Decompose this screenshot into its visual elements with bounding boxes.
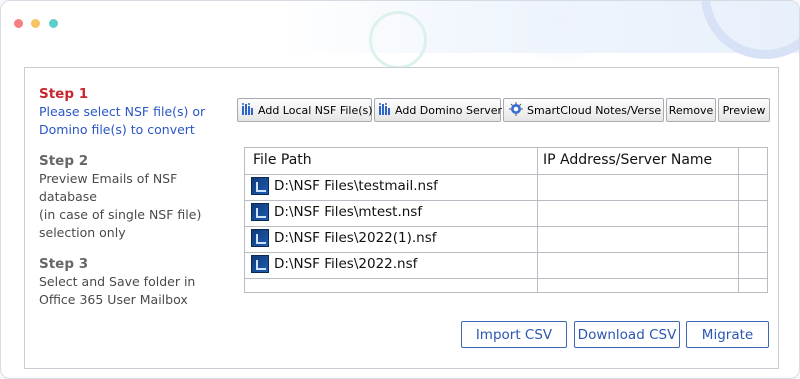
preview-button[interactable]: Preview bbox=[718, 98, 770, 122]
table-row[interactable]: D:\NSF Files\testmail.nsf bbox=[245, 174, 767, 201]
step-1-title: Step 1 bbox=[39, 86, 89, 102]
download-csv-button[interactable]: Download CSV bbox=[574, 321, 680, 348]
step-3: Step 3 Select and Save folder in Office … bbox=[39, 255, 239, 309]
maximize-window-button[interactable] bbox=[49, 19, 58, 28]
add-local-nsf-button[interactable]: Add Local NSF File(s) bbox=[237, 98, 373, 122]
nsf-file-icon bbox=[251, 177, 269, 195]
smartcloud-notes-label: SmartCloud Notes/Verse bbox=[527, 103, 662, 117]
add-domino-server-button[interactable]: Add Domino Server bbox=[374, 98, 503, 122]
domino-icon bbox=[379, 102, 392, 118]
step-3-desc-line: Office 365 User Mailbox bbox=[39, 292, 188, 307]
remove-button[interactable]: Remove bbox=[666, 98, 716, 122]
step-2-desc-line: (in case of single NSF file) bbox=[39, 207, 202, 222]
file-path-text: D:\NSF Files\2022.nsf bbox=[274, 256, 418, 272]
table-row[interactable]: D:\NSF Files\2022.nsf bbox=[245, 252, 767, 279]
preview-label: Preview bbox=[722, 103, 766, 117]
file-path-text: D:\NSF Files\mtest.nsf bbox=[274, 204, 423, 220]
table-row[interactable]: D:\NSF Files\2022(1).nsf bbox=[245, 226, 767, 253]
remove-label: Remove bbox=[668, 103, 714, 117]
step-1: Step 1 Please select NSF file(s) or Domi… bbox=[39, 85, 239, 139]
step-3-desc-line: Select and Save folder in bbox=[39, 274, 196, 289]
file-path-text: D:\NSF Files\testmail.nsf bbox=[274, 178, 438, 194]
step-1-desc-line: Please select NSF file(s) or bbox=[39, 104, 206, 119]
decorative-ring-large bbox=[701, 1, 799, 59]
nsf-file-icon bbox=[251, 229, 269, 247]
minimize-window-button[interactable] bbox=[31, 19, 40, 28]
step-1-desc-line: Domino file(s) to convert bbox=[39, 122, 195, 137]
column-header-ip-address[interactable]: IP Address/Server Name bbox=[543, 152, 712, 168]
add-domino-server-label: Add Domino Server bbox=[395, 103, 503, 117]
migrate-button[interactable]: Migrate bbox=[686, 321, 769, 348]
converter-panel: Step 1 Please select NSF file(s) or Domi… bbox=[24, 67, 779, 369]
close-window-button[interactable] bbox=[14, 19, 23, 28]
step-2-desc-line: selection only bbox=[39, 225, 126, 240]
file-path-cell: D:\NSF Files\mtest.nsf bbox=[251, 203, 422, 221]
add-local-nsf-label: Add Local NSF File(s) bbox=[258, 103, 373, 117]
decorative-blob bbox=[501, 1, 621, 61]
nsf-file-icon bbox=[251, 203, 269, 221]
smartcloud-icon bbox=[508, 101, 524, 119]
file-path-cell: D:\NSF Files\testmail.nsf bbox=[251, 177, 438, 195]
file-path-text: D:\NSF Files\2022(1).nsf bbox=[274, 230, 437, 246]
nsf-file-icon bbox=[251, 255, 269, 273]
domino-icon bbox=[242, 102, 255, 118]
file-path-cell: D:\NSF Files\2022.nsf bbox=[251, 255, 417, 273]
step-2-desc-line: Preview Emails of NSF database bbox=[39, 171, 178, 204]
decorative-ring bbox=[369, 11, 427, 69]
step-2: Step 2 Preview Emails of NSF database (i… bbox=[39, 152, 239, 242]
smartcloud-notes-button[interactable]: SmartCloud Notes/Verse bbox=[503, 98, 664, 122]
step-2-title: Step 2 bbox=[39, 153, 89, 169]
file-path-cell: D:\NSF Files\2022(1).nsf bbox=[251, 229, 437, 247]
app-window: Step 1 Please select NSF file(s) or Domi… bbox=[0, 0, 800, 379]
file-grid: File Path IP Address/Server Name D:\NSF … bbox=[244, 147, 768, 293]
column-header-file-path[interactable]: File Path bbox=[253, 152, 312, 168]
window-titlebar bbox=[1, 1, 799, 69]
step-3-title: Step 3 bbox=[39, 256, 89, 272]
import-csv-button[interactable]: Import CSV bbox=[461, 321, 567, 348]
table-row[interactable]: D:\NSF Files\mtest.nsf bbox=[245, 200, 767, 227]
grid-header: File Path IP Address/Server Name bbox=[245, 148, 767, 175]
steps-column: Step 1 Please select NSF file(s) or Domi… bbox=[39, 85, 239, 309]
